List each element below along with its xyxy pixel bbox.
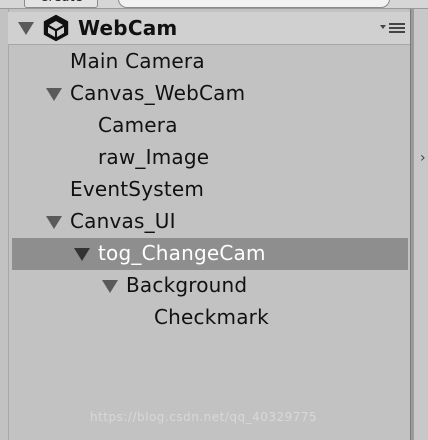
scene-header[interactable]: WebCam	[8, 12, 410, 45]
hierarchy-item-checkmark[interactable]: Checkmark	[8, 302, 410, 334]
hierarchy-item-canvas-webcam[interactable]: Canvas_WebCam	[8, 78, 410, 110]
hierarchy-item-label: Background	[126, 273, 248, 297]
hierarchy-item-raw-image[interactable]: raw_Image	[8, 142, 410, 174]
hierarchy-item-background[interactable]: Background	[8, 270, 410, 302]
adjacent-panel	[414, 9, 428, 440]
foldout-arrow-icon[interactable]	[74, 248, 90, 261]
hierarchy-item-main-camera[interactable]: Main Camera	[8, 46, 410, 78]
hierarchy-item-eventsystem[interactable]: EventSystem	[8, 174, 410, 206]
create-button[interactable]: Create	[24, 0, 98, 8]
search-input[interactable]	[118, 0, 390, 8]
hierarchy-item-label: Checkmark	[154, 305, 269, 329]
hierarchy-item-label: Canvas_WebCam	[70, 81, 246, 105]
hierarchy-item-camera[interactable]: Camera	[8, 110, 410, 142]
hierarchy-item-label: Camera	[98, 113, 178, 137]
hierarchy-item-tog-changecam[interactable]: tog_ChangeCam	[12, 238, 408, 270]
unity-scene-icon	[43, 14, 69, 42]
foldout-arrow-icon[interactable]	[102, 280, 118, 293]
scene-foldout-arrow-icon[interactable]	[18, 22, 34, 35]
watermark: https://blog.csdn.net/qq_40329775	[90, 410, 318, 424]
hierarchy-item-label: Canvas_UI	[70, 209, 176, 233]
foldout-arrow-icon[interactable]	[46, 88, 62, 101]
hierarchy-toolbar: Create	[0, 0, 428, 9]
context-menu-icon[interactable]	[378, 19, 408, 37]
hierarchy-item-label: raw_Image	[98, 145, 210, 169]
scene-name: WebCam	[78, 16, 178, 40]
hierarchy-item-label: tog_ChangeCam	[98, 241, 266, 265]
hierarchy-item-label: Main Camera	[70, 49, 205, 73]
foldout-arrow-icon[interactable]	[46, 216, 62, 229]
chevron-right-icon: ›	[420, 150, 426, 166]
hierarchy-item-label: EventSystem	[70, 177, 205, 201]
hierarchy-window: Create › WebCam Main Ca	[0, 0, 428, 440]
hierarchy-item-canvas-ui[interactable]: Canvas_UI	[8, 206, 410, 238]
